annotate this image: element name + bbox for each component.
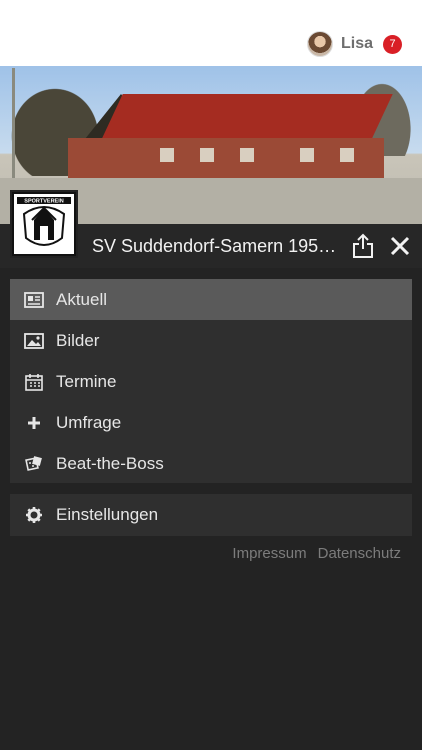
menu-item-termine[interactable]: Termine: [10, 361, 412, 402]
impressum-link[interactable]: Impressum: [232, 545, 306, 562]
menu-item-bilder[interactable]: Bilder: [10, 320, 412, 361]
newspaper-icon: [24, 290, 44, 310]
menu-item-label: Aktuell: [56, 289, 108, 309]
close-button[interactable]: [388, 234, 412, 258]
club-name: SV Suddendorf-Samern 1959...: [92, 236, 342, 256]
user-profile[interactable]: Lisa 7: [306, 30, 402, 58]
menu-item-label: Bilder: [56, 330, 100, 350]
dice-icon: [24, 454, 44, 474]
logo-text-top: SPORTVEREIN: [24, 199, 63, 205]
image-icon: [24, 331, 44, 351]
menu-item-umfrage[interactable]: Umfrage: [10, 402, 412, 443]
menu-item-label: Termine: [56, 371, 117, 391]
gear-icon: [24, 505, 44, 525]
avatar[interactable]: [306, 31, 333, 57]
menu-item-aktuell[interactable]: Aktuell: [10, 279, 412, 320]
navigation-menu: Aktuell Bilder Termine Umfrage Beat-the-…: [10, 279, 412, 483]
share-icon: [353, 233, 373, 258]
notification-badge[interactable]: 7: [383, 34, 402, 54]
menu-item-label: Umfrage: [56, 412, 122, 432]
settings-panel: Einstellungen: [10, 494, 412, 536]
settings-label: Einstellungen: [56, 504, 159, 524]
share-button[interactable]: [350, 232, 376, 260]
menu-item-einstellungen[interactable]: Einstellungen: [10, 494, 412, 535]
close-icon: [390, 236, 410, 256]
calendar-icon: [24, 372, 44, 392]
datenschutz-link[interactable]: Datenschutz: [318, 545, 401, 562]
plus-icon: [24, 413, 44, 433]
username[interactable]: Lisa: [341, 35, 373, 53]
club-logo: SPORTVEREIN: [10, 190, 78, 258]
menu-item-label: Beat-the-Boss: [56, 453, 164, 473]
footer-links: Impressum Datenschutz: [232, 545, 401, 562]
menu-item-beat-the-boss[interactable]: Beat-the-Boss: [10, 443, 412, 484]
top-bar: Lisa 7: [0, 0, 422, 66]
